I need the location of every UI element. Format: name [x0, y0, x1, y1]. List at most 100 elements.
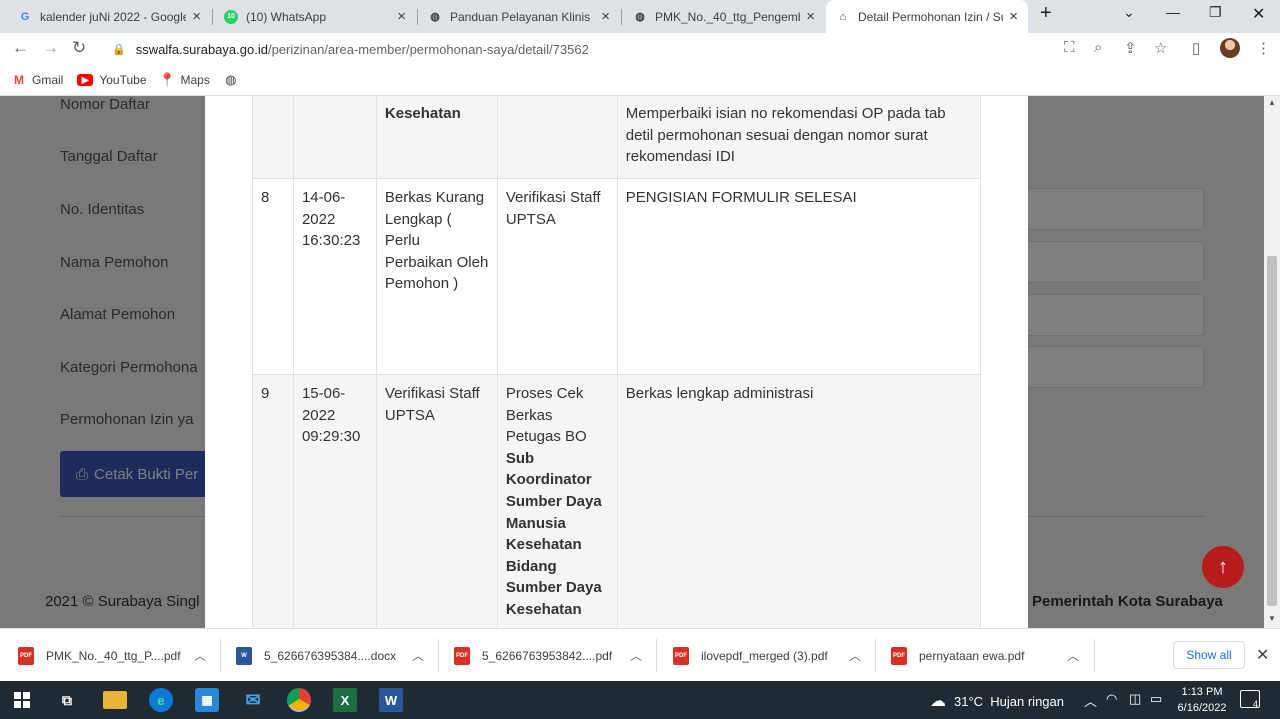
- arrow-up-icon: ↑: [1218, 555, 1228, 578]
- download-item[interactable]: PDF ilovepdf_merged (3).pdf ︿: [673, 629, 873, 682]
- download-item[interactable]: PDF PMK_No._40_ttg_P....pdf ︿: [18, 629, 218, 682]
- chevron-up-icon[interactable]: ︿: [194, 647, 206, 664]
- cell-process: Verifikasi Staff UPTSA: [496, 178, 618, 375]
- tab-bar: G kalender juNi 2022 - Google × 10 (10) …: [0, 0, 1280, 33]
- tab-whatsapp[interactable]: 10 (10) WhatsApp ×: [214, 0, 416, 33]
- chevron-up-icon[interactable]: ︿: [849, 647, 861, 664]
- youtube-icon: ▶: [77, 74, 94, 86]
- menu-kebab-icon[interactable]: ⋮: [1256, 39, 1271, 57]
- share-icon[interactable]: ⇪: [1124, 39, 1137, 57]
- tab-pmk[interactable]: ◍ PMK_No._40_ttg_Pengembar ×: [623, 0, 825, 33]
- windows-start-icon[interactable]: [10, 688, 34, 712]
- close-window-icon[interactable]: ✕: [1252, 4, 1265, 24]
- cloud-rain-icon: ☁: [930, 693, 946, 710]
- translate-icon[interactable]: ⛶: [1064, 39, 1075, 56]
- cell-process-unit: Sub Koordinator Sumber Daya Manusia Kese…: [505, 449, 602, 618]
- system-clock[interactable]: 1:13 PM 6/16/2022: [1170, 684, 1234, 716]
- whatsapp-icon: 10: [224, 9, 238, 24]
- volume-icon[interactable]: ◫: [1129, 691, 1141, 707]
- store-icon[interactable]: ▦: [195, 688, 219, 712]
- reload-icon[interactable]: ↻: [72, 38, 86, 58]
- page-scrollbar[interactable]: ▲ ▼: [1264, 96, 1280, 628]
- download-item[interactable]: PDF pernyataan ewa.pdf ︿: [891, 629, 1091, 682]
- file-explorer-icon[interactable]: [103, 691, 127, 709]
- history-table: Kesehatan Memperbaiki isian no rekomenda…: [252, 96, 982, 628]
- scrollbar-thumb[interactable]: [1267, 256, 1277, 606]
- scroll-top-button[interactable]: ↑: [1202, 546, 1244, 588]
- table-row: 8 14-06-2022 16:30:23 Berkas Kurang Leng…: [252, 178, 982, 375]
- bookmark-maps[interactable]: 📍 Maps: [159, 72, 209, 87]
- tab-search-icon[interactable]: ⌄: [1123, 4, 1135, 21]
- address-bar[interactable]: 🔒 sswalfa.surabaya.go.id/perizinan/area-…: [104, 35, 1084, 63]
- scroll-down-arrow-icon[interactable]: ▼: [1268, 614, 1276, 623]
- notification-icon[interactable]: 4: [1240, 690, 1260, 709]
- close-downloads-icon[interactable]: ✕: [1256, 645, 1269, 665]
- close-tab-icon[interactable]: ×: [1009, 8, 1018, 25]
- mail-icon[interactable]: ✉: [241, 688, 265, 712]
- new-tab-icon[interactable]: +: [1040, 2, 1052, 25]
- chevron-up-icon[interactable]: ︿: [1067, 647, 1079, 664]
- close-tab-icon[interactable]: ×: [806, 8, 815, 25]
- word-doc-icon: W: [236, 646, 252, 665]
- table-row: 9 15-06-2022 09:29:30 Verifikasi Staff U…: [252, 374, 982, 628]
- zoom-icon[interactable]: ⌕: [1094, 39, 1102, 56]
- bookmark-gmail[interactable]: M Gmail: [12, 73, 63, 87]
- cell-status: Kesehatan: [384, 105, 461, 122]
- cell-no: 8: [252, 178, 294, 375]
- wifi-icon[interactable]: ◠: [1106, 691, 1117, 707]
- pdf-icon: PDF: [454, 646, 470, 665]
- excel-icon[interactable]: X: [333, 688, 357, 712]
- tab-separator: [621, 9, 622, 25]
- word-icon[interactable]: W: [379, 688, 403, 712]
- bookmark-globe[interactable]: ◍: [224, 72, 244, 87]
- cell-status: Verifikasi Staff UPTSA: [375, 374, 498, 628]
- site-icon: ⌂: [839, 10, 847, 23]
- lock-icon: 🔒: [112, 43, 126, 56]
- battery-icon[interactable]: ▭: [1150, 691, 1162, 707]
- bookmark-star-icon[interactable]: ☆: [1154, 39, 1167, 57]
- tab-kalender[interactable]: G kalender juNi 2022 - Google ×: [8, 0, 211, 33]
- maps-icon: 📍: [159, 72, 176, 87]
- globe-icon: ◍: [430, 11, 440, 23]
- close-tab-icon[interactable]: ×: [397, 8, 406, 25]
- scroll-up-arrow-icon[interactable]: ▲: [1268, 98, 1276, 107]
- download-item[interactable]: W 5_626676395384....docx ︿: [236, 629, 436, 682]
- minimize-icon[interactable]: —: [1166, 4, 1180, 20]
- page-content: Nomor Daftar Tanggal Daftar No. Identita…: [0, 96, 1264, 628]
- globe-icon: ◍: [225, 72, 237, 87]
- bookmarks-bar: M Gmail ▶ YouTube 📍 Maps ◍: [0, 65, 1280, 96]
- weather-widget[interactable]: ☁ 31°C Hujan ringan: [930, 691, 1064, 711]
- tab-panduan[interactable]: ◍ Panduan Pelayanan Klinis ×: [418, 0, 620, 33]
- cell-note: PENGISIAN FORMULIR SELESAI: [616, 178, 982, 375]
- cell-no: 9: [252, 374, 294, 628]
- cell-note: Memperbaiki isian no rekomendasi OP pada…: [625, 105, 946, 166]
- bookmark-youtube[interactable]: ▶ YouTube: [77, 73, 147, 87]
- side-panel-icon[interactable]: ▯: [1192, 39, 1200, 57]
- edge-icon[interactable]: e: [149, 688, 173, 712]
- forward-icon[interactable]: →: [42, 38, 59, 58]
- chevron-up-icon[interactable]: ︿: [412, 647, 424, 664]
- pdf-icon: PDF: [891, 646, 907, 665]
- toolbar: ← → ↻ 🔒 sswalfa.surabaya.go.id/perizinan…: [0, 33, 1280, 65]
- chrome-icon[interactable]: [287, 688, 311, 712]
- back-icon[interactable]: ←: [12, 38, 29, 58]
- cell-process: Proses Cek Berkas Petugas BO Sub Koordin…: [496, 374, 618, 628]
- show-all-downloads-button[interactable]: Show all: [1173, 641, 1245, 669]
- google-icon: G: [20, 10, 30, 23]
- download-item[interactable]: PDF 5_6266763953842....pdf ︿: [454, 629, 654, 682]
- pdf-icon: PDF: [673, 646, 689, 665]
- cell-note: Berkas lengkap administrasi: [616, 374, 982, 628]
- pdf-icon: PDF: [18, 646, 34, 665]
- windows-taskbar: ⧉ e ▦ ✉ X W ☁ 31°C Hujan ringan ︿ ◠ ◫ ▭ …: [0, 681, 1280, 719]
- modal-dialog: Kesehatan Memperbaiki isian no rekomenda…: [205, 96, 1028, 628]
- restore-icon[interactable]: ❐: [1209, 4, 1222, 21]
- close-tab-icon[interactable]: ×: [601, 8, 610, 25]
- close-tab-icon[interactable]: ×: [192, 8, 201, 25]
- tab-detail-permohonan[interactable]: ⌂ Detail Permohonan Izin / Sur ×: [826, 0, 1028, 33]
- profile-avatar[interactable]: [1220, 38, 1240, 58]
- task-view-icon[interactable]: ⧉: [55, 688, 79, 712]
- tab-separator: [212, 9, 213, 25]
- chevron-up-icon[interactable]: ︿: [630, 647, 642, 664]
- globe-icon: ◍: [635, 11, 645, 23]
- chevron-up-icon[interactable]: ︿: [1084, 691, 1097, 710]
